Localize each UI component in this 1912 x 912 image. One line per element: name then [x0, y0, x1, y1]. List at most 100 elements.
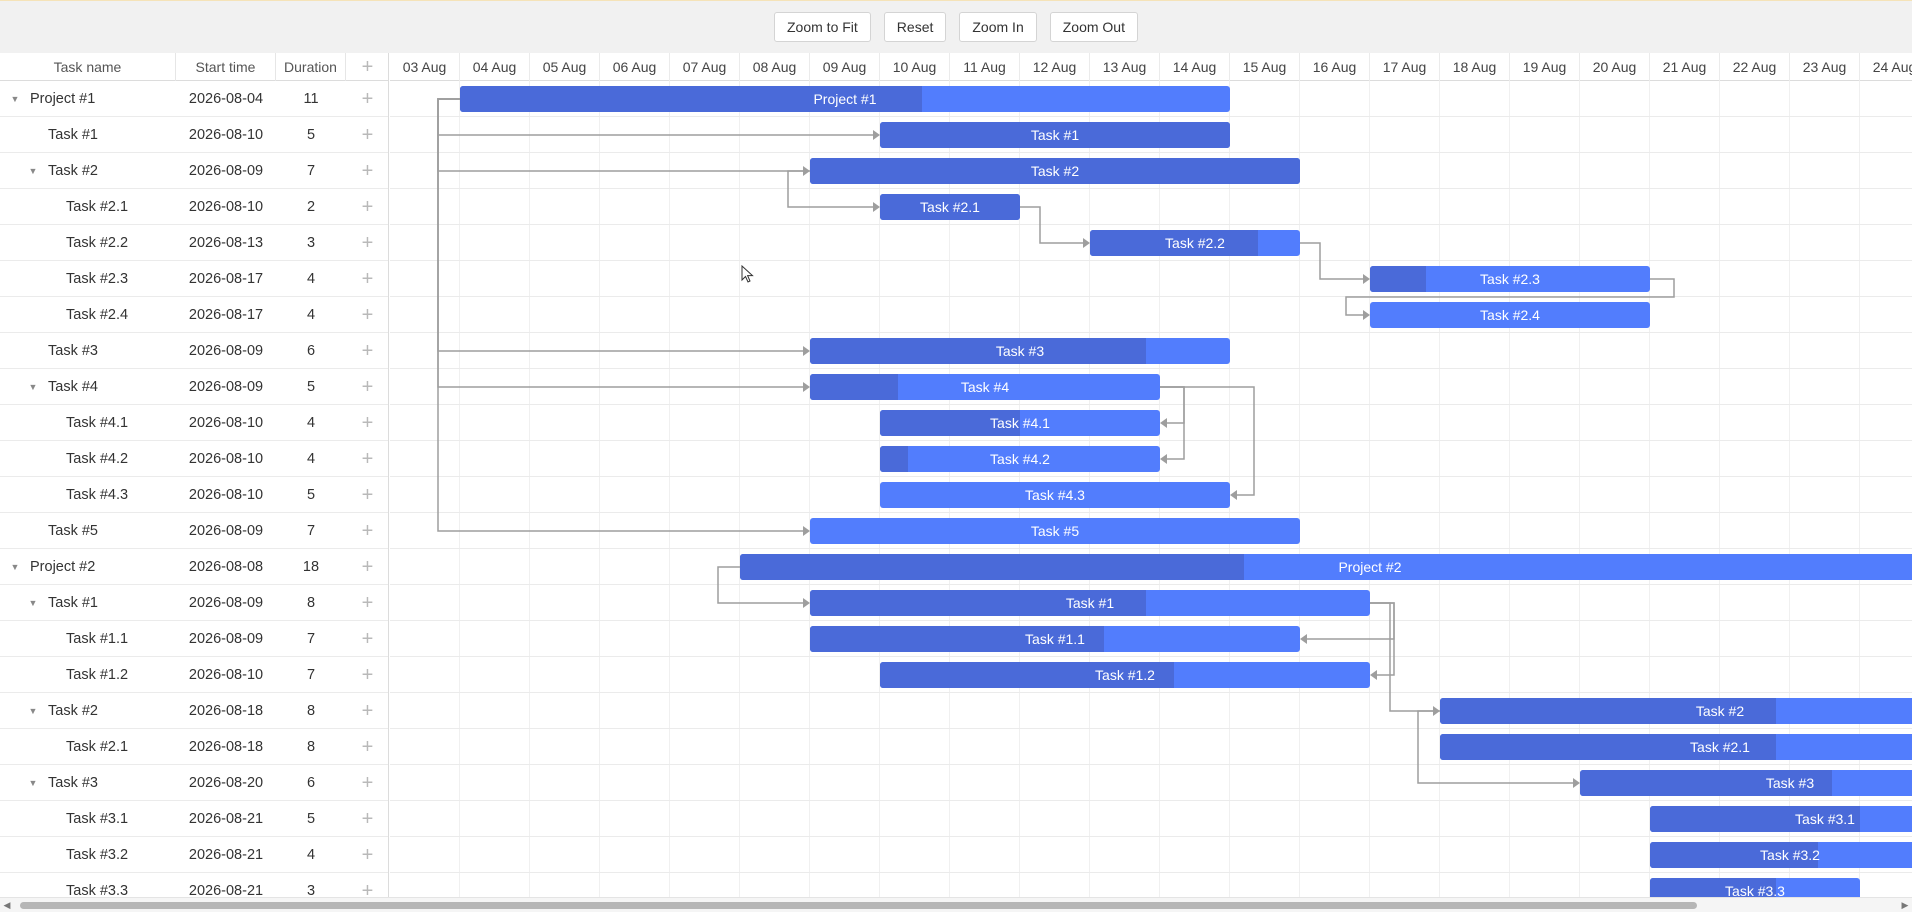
- expand-toggle-icon[interactable]: ▼: [26, 765, 40, 801]
- dependency-link[interactable]: [1300, 242, 1363, 280]
- task-bar[interactable]: Task #3: [810, 338, 1230, 364]
- scroll-left-arrow-icon[interactable]: ◀: [2, 899, 12, 911]
- column-header-task-name[interactable]: Task name: [0, 53, 176, 81]
- dependency-link[interactable]: [1160, 386, 1185, 424]
- task-bar[interactable]: Task #3.1: [1650, 806, 1912, 832]
- add-subtask-button[interactable]: +: [346, 513, 388, 549]
- task-bar[interactable]: Task #2.1: [880, 194, 1020, 220]
- add-subtask-button[interactable]: +: [346, 621, 388, 657]
- task-bar[interactable]: Task #1: [810, 590, 1370, 616]
- add-subtask-button[interactable]: +: [346, 297, 388, 333]
- horizontal-scrollbar[interactable]: ◀ ▶: [0, 897, 1912, 912]
- task-bar[interactable]: Task #2.2: [1090, 230, 1300, 256]
- task-bar-label: Task #3.2: [1760, 847, 1820, 863]
- task-row[interactable]: Task #3 2026-08-09 6 +: [0, 333, 388, 369]
- add-subtask-button[interactable]: +: [346, 873, 388, 897]
- zoom-in-button[interactable]: Zoom In: [959, 12, 1037, 42]
- scrollbar-thumb[interactable]: [20, 902, 1697, 909]
- add-subtask-button[interactable]: +: [346, 693, 388, 729]
- task-bar[interactable]: Task #4.1: [880, 410, 1160, 436]
- add-subtask-button[interactable]: +: [346, 657, 388, 693]
- task-row[interactable]: Task #2.3 2026-08-17 4 +: [0, 261, 388, 297]
- column-header-duration[interactable]: Duration: [276, 53, 346, 81]
- expand-toggle-icon[interactable]: ▼: [26, 693, 40, 729]
- dependency-link[interactable]: [437, 98, 803, 388]
- task-bar[interactable]: Task #3: [1580, 770, 1912, 796]
- dependency-link[interactable]: [1370, 602, 1433, 712]
- task-bar[interactable]: Task #2.4: [1370, 302, 1650, 328]
- task-bar[interactable]: Task #2.1: [1440, 734, 1912, 760]
- task-bar[interactable]: Task #4: [810, 374, 1160, 400]
- task-row[interactable]: Task #3.1 2026-08-21 5 +: [0, 801, 388, 837]
- task-row[interactable]: Task #4.1 2026-08-10 4 +: [0, 405, 388, 441]
- add-subtask-button[interactable]: +: [346, 801, 388, 837]
- task-duration: 7: [306, 523, 316, 539]
- column-header-start-time[interactable]: Start time: [176, 53, 276, 81]
- task-bar[interactable]: Project #1: [460, 86, 1230, 112]
- task-row[interactable]: Task #2.1 2026-08-18 8 +: [0, 729, 388, 765]
- task-bar[interactable]: Task #2: [810, 158, 1300, 184]
- task-row[interactable]: ▼ Project #2 2026-08-08 18 +: [0, 549, 388, 585]
- task-bar[interactable]: Project #2: [740, 554, 1912, 580]
- add-subtask-button[interactable]: +: [346, 153, 388, 189]
- dependency-link[interactable]: [1160, 386, 1255, 496]
- add-subtask-button[interactable]: +: [346, 225, 388, 261]
- task-row[interactable]: Task #4.3 2026-08-10 5 +: [0, 477, 388, 513]
- task-row[interactable]: Task #4.2 2026-08-10 4 +: [0, 441, 388, 477]
- dependency-link[interactable]: [437, 98, 803, 352]
- add-subtask-button[interactable]: +: [346, 369, 388, 405]
- task-row[interactable]: ▼ Task #3 2026-08-20 6 +: [0, 765, 388, 801]
- expand-toggle-icon[interactable]: ▼: [26, 153, 40, 189]
- add-subtask-button[interactable]: +: [346, 405, 388, 441]
- scroll-right-arrow-icon[interactable]: ▶: [1900, 899, 1910, 911]
- dependency-link[interactable]: [1020, 206, 1083, 244]
- add-subtask-button[interactable]: +: [346, 333, 388, 369]
- task-row[interactable]: Task #5 2026-08-09 7 +: [0, 513, 388, 549]
- zoom-out-button[interactable]: Zoom Out: [1049, 12, 1138, 42]
- add-subtask-button[interactable]: +: [346, 477, 388, 513]
- task-row[interactable]: Task #1.2 2026-08-10 7 +: [0, 657, 388, 693]
- add-subtask-button[interactable]: +: [346, 117, 388, 153]
- add-subtask-button[interactable]: +: [346, 441, 388, 477]
- task-row[interactable]: Task #1 2026-08-10 5 +: [0, 117, 388, 153]
- add-subtask-button[interactable]: +: [346, 549, 388, 585]
- dependency-link[interactable]: [437, 98, 803, 532]
- task-bar[interactable]: Task #2: [1440, 698, 1912, 724]
- task-bar[interactable]: Task #5: [810, 518, 1300, 544]
- add-subtask-button[interactable]: +: [346, 765, 388, 801]
- task-bar[interactable]: Task #1.2: [880, 662, 1370, 688]
- link-arrow-icon: [803, 382, 810, 392]
- reset-button[interactable]: Reset: [883, 12, 947, 42]
- task-row[interactable]: Task #1.1 2026-08-09 7 +: [0, 621, 388, 657]
- task-row[interactable]: Task #3.3 2026-08-21 3 +: [0, 873, 388, 897]
- add-subtask-button[interactable]: +: [346, 585, 388, 621]
- task-row[interactable]: ▼ Task #1 2026-08-09 8 +: [0, 585, 388, 621]
- task-row[interactable]: ▼ Task #2 2026-08-18 8 +: [0, 693, 388, 729]
- task-bar[interactable]: Task #2.3: [1370, 266, 1650, 292]
- task-row[interactable]: Task #2.4 2026-08-17 4 +: [0, 297, 388, 333]
- task-row[interactable]: Task #3.2 2026-08-21 4 +: [0, 837, 388, 873]
- add-task-header-button[interactable]: +: [346, 53, 388, 81]
- task-name-cell: ▼ Task #2: [0, 153, 176, 189]
- task-row[interactable]: Task #2.2 2026-08-13 3 +: [0, 225, 388, 261]
- add-subtask-button[interactable]: +: [346, 261, 388, 297]
- zoom-to-fit-button[interactable]: Zoom to Fit: [774, 12, 871, 42]
- task-bar[interactable]: Task #3.2: [1650, 842, 1912, 868]
- expand-toggle-icon[interactable]: ▼: [26, 369, 40, 405]
- add-subtask-button[interactable]: +: [346, 837, 388, 873]
- task-bar[interactable]: Task #4.3: [880, 482, 1230, 508]
- add-subtask-button[interactable]: +: [346, 729, 388, 765]
- expand-toggle-icon[interactable]: ▼: [8, 81, 22, 117]
- task-bar[interactable]: Task #4.2: [880, 446, 1160, 472]
- task-bar[interactable]: Task #1.1: [810, 626, 1300, 652]
- task-row[interactable]: ▼ Project #1 2026-08-04 11 +: [0, 81, 388, 117]
- task-bar[interactable]: Task #3.3: [1650, 878, 1860, 897]
- task-row[interactable]: ▼ Task #2 2026-08-09 7 +: [0, 153, 388, 189]
- task-bar[interactable]: Task #1: [880, 122, 1230, 148]
- expand-toggle-icon[interactable]: ▼: [26, 585, 40, 621]
- task-row[interactable]: Task #2.1 2026-08-10 2 +: [0, 189, 388, 225]
- add-subtask-button[interactable]: +: [346, 189, 388, 225]
- task-row[interactable]: ▼ Task #4 2026-08-09 5 +: [0, 369, 388, 405]
- add-subtask-button[interactable]: +: [346, 81, 388, 117]
- expand-toggle-icon[interactable]: ▼: [8, 549, 22, 585]
